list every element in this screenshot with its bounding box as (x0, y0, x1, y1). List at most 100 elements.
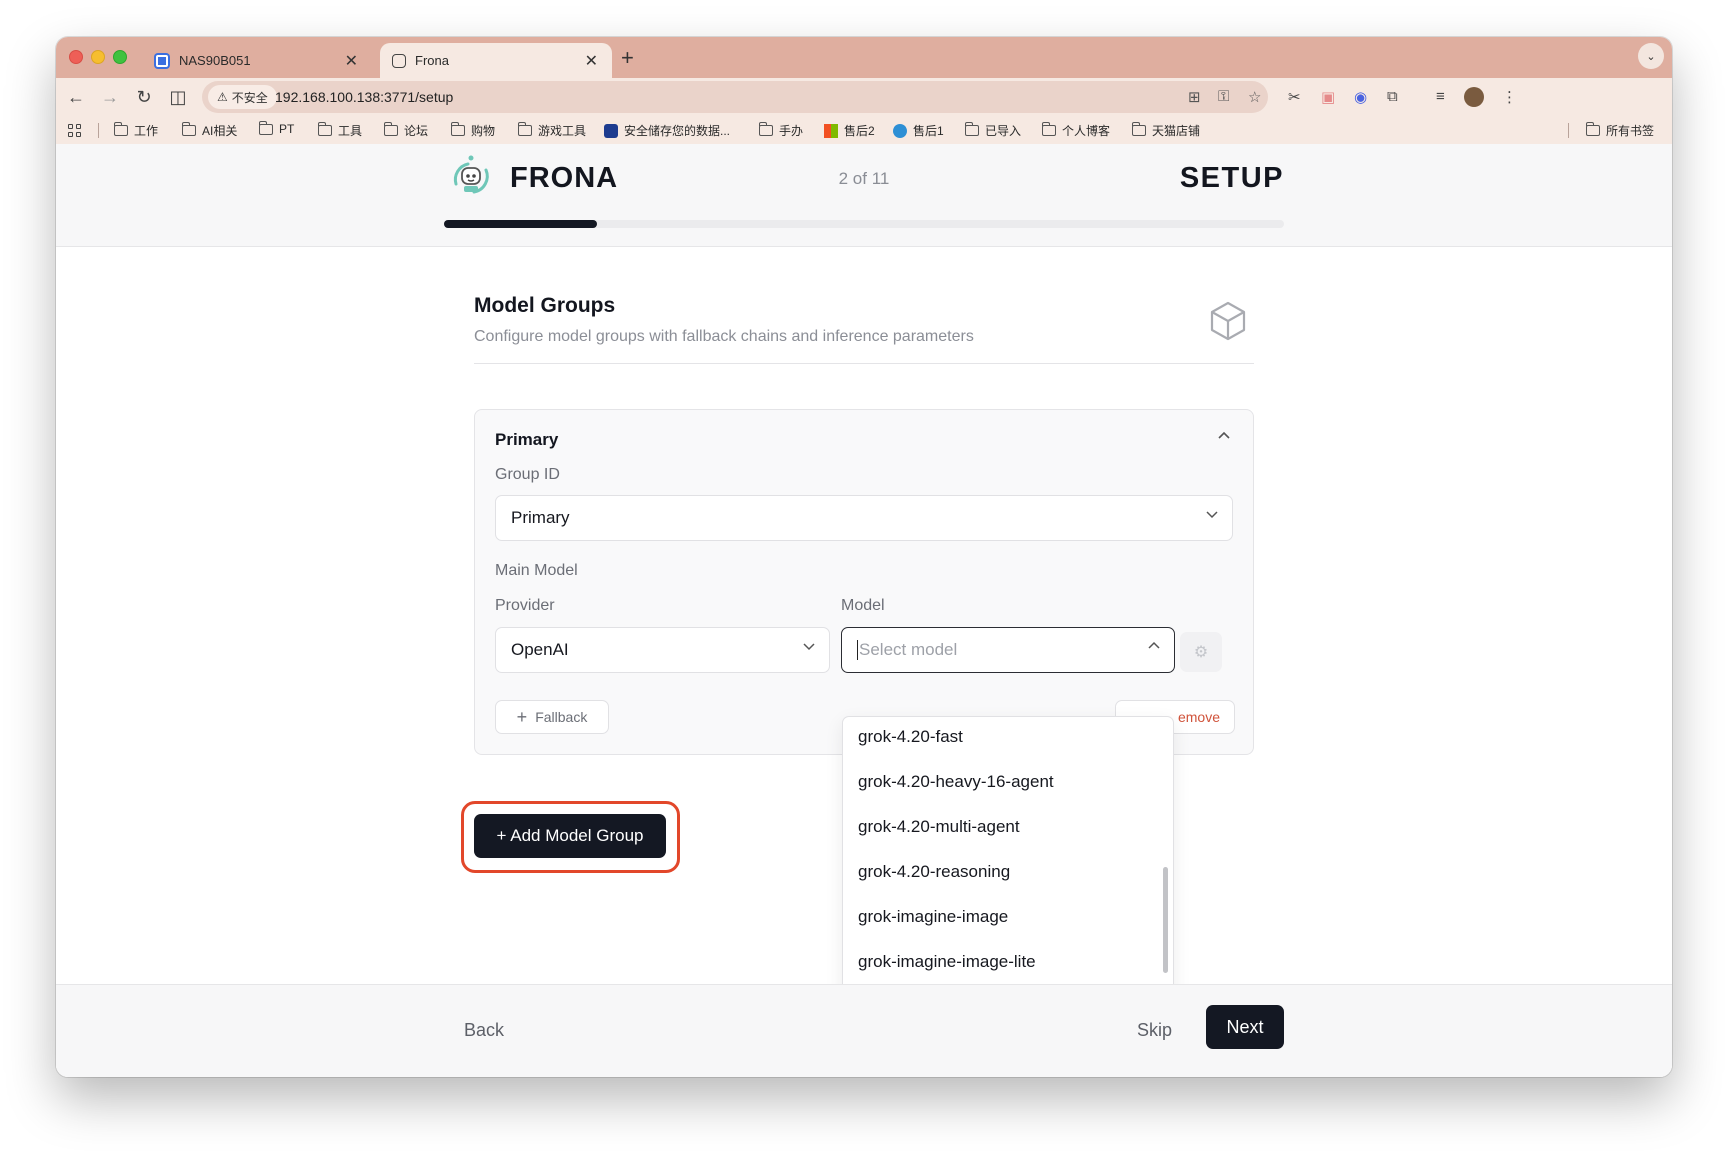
tab-frona[interactable]: Frona ✕ (380, 43, 612, 78)
fallback-label: Fallback (535, 709, 588, 725)
model-settings-button[interactable]: ⚙ (1180, 632, 1222, 672)
tab-title: Frona (415, 53, 449, 68)
reload-icon[interactable]: ↻ (130, 83, 158, 111)
provider-select[interactable]: OpenAI (495, 627, 830, 673)
bookmarks-bar: 工作 AI相关 PT 工具 论坛 购物 游戏工具 安全储存您的数据... 手办 … (56, 116, 1672, 144)
chevron-down-icon (803, 643, 815, 651)
browser-window: NAS90B051 ✕ Frona ✕ + ⌄ ← → ↻ ◫ ⚠ 不安全 19… (56, 37, 1672, 1077)
model-dropdown-list[interactable]: grok-4.20-fast grok-4.20-heavy-16-agent … (842, 716, 1174, 1016)
close-tab-icon[interactable]: ✕ (345, 51, 358, 71)
skip-button[interactable]: Skip (1137, 1020, 1172, 1041)
remove-label: emove (1177, 709, 1220, 725)
site-logo-icon (604, 123, 618, 138)
section-title: Model Groups (474, 294, 616, 317)
tab-nas[interactable]: NAS90B051 ✕ (142, 43, 372, 78)
dropdown-option[interactable]: grok-imagine-image-lite (858, 952, 1036, 972)
extension-app-icon[interactable]: ◉ (1354, 88, 1367, 106)
tab-search-button[interactable]: ⌄ (1638, 43, 1664, 69)
bookmark-folder[interactable]: PT (258, 120, 294, 136)
extension-scissors-icon[interactable]: ✂ (1288, 88, 1301, 106)
folder-icon (383, 122, 398, 136)
url-text[interactable]: 192.168.100.138:3771/setup (275, 89, 453, 105)
security-label: 不安全 (231, 90, 268, 105)
group-id-label: Group ID (495, 466, 560, 483)
folder-icon (317, 122, 332, 136)
side-panel-icon[interactable]: ◫ (164, 83, 192, 111)
bookmark-folder[interactable]: 已导入 (964, 122, 1021, 139)
add-model-group-button[interactable]: + Add Model Group (474, 814, 666, 858)
key-icon[interactable]: ⚿ (1218, 88, 1229, 105)
dropdown-option[interactable]: grok-4.20-fast (858, 727, 963, 747)
progress-fill (444, 220, 597, 228)
bookmark-link[interactable]: 售后2 (824, 122, 875, 139)
chevron-up-icon[interactable] (1217, 428, 1231, 442)
gear-icon: ⚙ (1193, 644, 1209, 661)
model-placeholder: Select model (859, 640, 958, 659)
address-bar[interactable]: ⚠ 不安全 192.168.100.138:3771/setup ⊞ ⚿ ☆ (202, 81, 1268, 113)
dropdown-option[interactable]: grok-4.20-heavy-16-agent (858, 772, 1054, 792)
tab-strip: NAS90B051 ✕ Frona ✕ + ⌄ (56, 37, 1672, 78)
bookmark-folder[interactable]: 购物 (450, 122, 495, 139)
menu-kebab-icon[interactable]: ⋮ (1502, 88, 1517, 106)
profile-avatar[interactable] (1464, 87, 1484, 107)
group-card-title: Primary (495, 430, 559, 449)
model-group-card: Primary Group ID Primary Main Model Prov… (474, 409, 1254, 755)
back-arrow-icon[interactable]: ← (62, 83, 90, 111)
bookmark-star-icon[interactable]: ☆ (1248, 88, 1261, 106)
text-caret (857, 640, 858, 660)
folder-icon (1585, 122, 1600, 136)
extension-tv-icon[interactable]: ▣ (1321, 88, 1335, 106)
add-fallback-button[interactable]: + Fallback (495, 700, 609, 734)
translate-icon[interactable]: ⊞ (1188, 88, 1201, 106)
bookmark-folder[interactable]: 工具 (317, 122, 362, 139)
cube-icon (1210, 301, 1246, 341)
security-chip[interactable]: ⚠ 不安全 (208, 85, 277, 109)
bookmark-folder[interactable]: 天猫店铺 (1131, 122, 1200, 139)
site-logo-icon (893, 123, 907, 138)
forward-arrow-icon[interactable]: → (96, 83, 124, 111)
close-tab-icon[interactable]: ✕ (585, 51, 598, 71)
bookmark-folder[interactable]: 个人博客 (1041, 122, 1110, 139)
bookmark-folder[interactable]: 手办 (758, 122, 803, 139)
all-bookmarks-folder[interactable]: 所有书签 (1585, 122, 1654, 139)
nas-icon (154, 52, 170, 69)
bookmark-link[interactable]: 安全储存您的数据... (604, 122, 730, 139)
new-tab-button[interactable]: + (621, 45, 634, 71)
dropdown-option[interactable]: grok-4.20-reasoning (858, 862, 1010, 882)
step-counter: 2 of 11 (838, 169, 890, 188)
folder-icon (181, 122, 196, 136)
back-button[interactable]: Back (464, 1020, 504, 1041)
section-divider (474, 363, 1254, 364)
tab-title: NAS90B051 (179, 53, 251, 68)
bookmark-folder[interactable]: AI相关 (181, 122, 237, 139)
dropdown-scrollbar[interactable] (1163, 867, 1168, 973)
page-viewport: FRONA 2 of 11 SETUP Model Groups Configu… (56, 144, 1672, 1077)
group-id-value: Primary (511, 508, 570, 527)
chevron-up-icon (1148, 641, 1160, 649)
chevron-down-icon (1206, 511, 1218, 519)
setup-progress-bar (444, 220, 1284, 228)
bookmark-folder[interactable]: 游戏工具 (517, 122, 586, 139)
next-button[interactable]: Next (1206, 1005, 1284, 1049)
bookmark-link[interactable]: 售后1 (893, 122, 944, 139)
folder-icon (964, 122, 979, 136)
maximize-window-button[interactable] (113, 50, 127, 64)
folder-icon (113, 122, 128, 136)
folder-icon (258, 120, 273, 135)
extensions-puzzle-icon[interactable]: ⧉ (1387, 88, 1398, 105)
close-window-button[interactable] (69, 50, 83, 64)
provider-label: Provider (495, 597, 555, 614)
bookmark-folder[interactable]: 论坛 (383, 122, 428, 139)
section-description: Configure model groups with fallback cha… (474, 328, 974, 345)
apps-grid-icon[interactable] (68, 124, 81, 137)
bookmark-folder[interactable]: 工作 (113, 122, 158, 139)
globe-icon (392, 53, 406, 68)
dropdown-option[interactable]: grok-imagine-image (858, 907, 1008, 927)
browser-toolbar: ← → ↻ ◫ ⚠ 不安全 192.168.100.138:3771/setup… (56, 78, 1672, 116)
minimize-window-button[interactable] (91, 50, 105, 64)
dropdown-option[interactable]: grok-4.20-multi-agent (858, 817, 1020, 837)
media-control-icon[interactable]: ≡ (1436, 88, 1445, 105)
model-search-input[interactable]: Select model (841, 627, 1175, 673)
group-id-select[interactable]: Primary (495, 495, 1233, 541)
setup-header: FRONA 2 of 11 SETUP (56, 144, 1672, 247)
